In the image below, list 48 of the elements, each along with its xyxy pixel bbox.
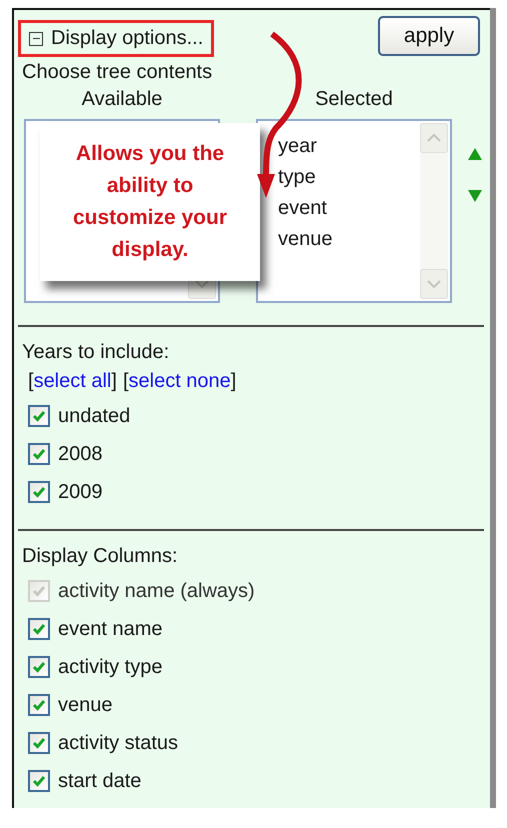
checkbox-label: activity status: [58, 732, 178, 754]
list-item[interactable]: type: [278, 162, 420, 193]
bracket: ]: [230, 370, 236, 392]
checkmark-icon: [32, 661, 46, 673]
checkmark-icon: [32, 775, 46, 787]
checkbox-label: event name: [58, 618, 163, 640]
checkbox-label: start date: [58, 770, 142, 792]
list-item[interactable]: event: [278, 193, 420, 224]
list-item[interactable]: year: [278, 131, 420, 162]
select-link[interactable]: select none: [128, 370, 231, 392]
checkmark-icon: [32, 585, 46, 597]
checkbox[interactable]: [28, 443, 50, 465]
section-title[interactable]: Display options...: [51, 27, 204, 50]
checkbox[interactable]: [28, 732, 50, 754]
bracket: [: [122, 370, 128, 392]
checkbox[interactable]: [28, 694, 50, 716]
checkbox[interactable]: [28, 656, 50, 678]
select-link[interactable]: select all: [34, 370, 112, 392]
checkbox-label: activity type: [58, 656, 162, 678]
list-label: Selected: [315, 88, 393, 111]
checkmark-icon: [32, 623, 46, 635]
bracket: [: [28, 370, 34, 392]
callout-tooltip: Allows you the ability to customize your display.: [40, 123, 260, 281]
move-down-icon[interactable]: [468, 190, 482, 202]
checkmark-icon: [32, 699, 46, 711]
checkbox-label: 2009: [58, 480, 102, 504]
checkmark-icon: [32, 737, 46, 749]
bracket: ]: [111, 370, 117, 392]
section-heading: Display Columns:: [22, 545, 179, 568]
checkbox[interactable]: [28, 770, 50, 792]
list-label: Available: [82, 88, 162, 111]
checkbox-label: 2008: [58, 442, 102, 466]
checkbox[interactable]: [28, 481, 50, 503]
checkbox[interactable]: [28, 618, 50, 640]
checkbox-label: undated: [58, 404, 130, 428]
checkmark-icon: [32, 410, 46, 422]
apply-button[interactable]: apply: [378, 16, 480, 56]
checkbox-label: activity name (always): [58, 580, 255, 602]
section-heading: Years to include:: [22, 341, 170, 364]
move-up-icon[interactable]: [468, 148, 482, 160]
checkmark-icon: [32, 448, 46, 460]
checkbox-label: venue: [58, 694, 112, 716]
section-heading: Choose tree contents: [22, 61, 214, 84]
checkbox[interactable]: [28, 405, 50, 427]
list-box[interactable]: year type event venue: [256, 119, 452, 303]
checkmark-icon: [32, 486, 46, 498]
collapse-icon[interactable]: [29, 32, 43, 46]
list-item[interactable]: venue: [278, 224, 420, 255]
